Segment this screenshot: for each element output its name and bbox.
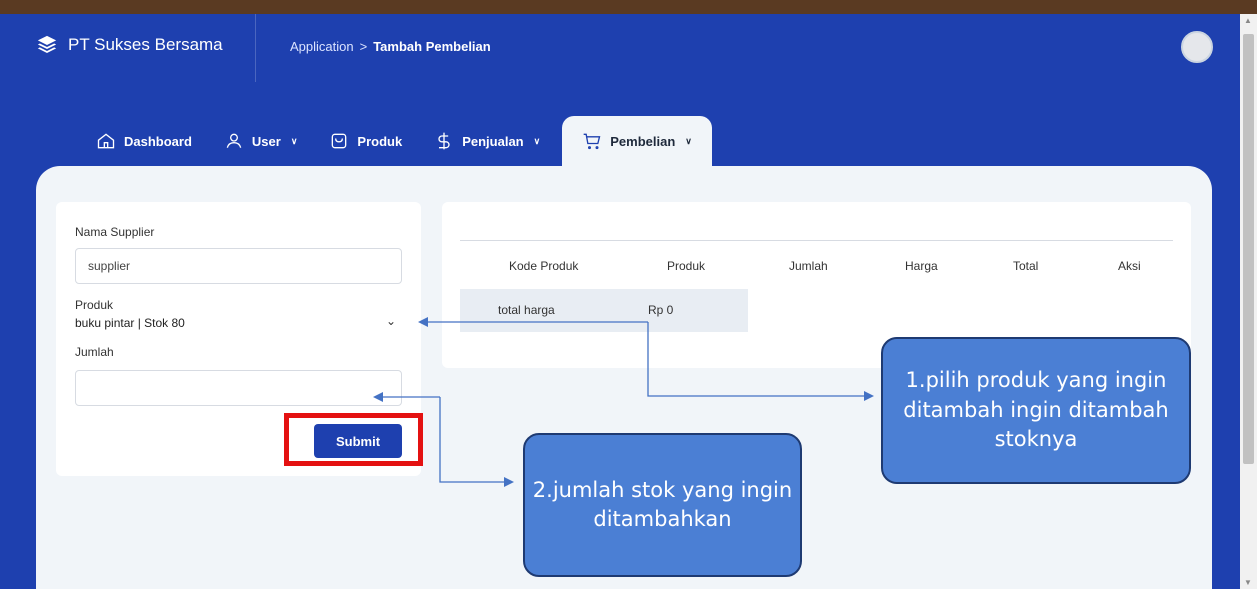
jumlah-label: Jumlah — [75, 345, 114, 359]
cart-icon — [583, 133, 601, 150]
nav-produk-label: Produk — [357, 133, 403, 149]
user-icon — [226, 133, 242, 148]
nav-pembelian-label: Pembelian — [610, 133, 676, 149]
breadcrumb-current: Tambah Pembelian — [373, 39, 491, 54]
brand[interactable]: PT Sukses Bersama — [36, 34, 223, 56]
brand-name: PT Sukses Bersama — [68, 35, 223, 54]
supplier-label: Nama Supplier — [75, 225, 155, 239]
callout-2: 2.jumlah stok yang ingin ditambahkan — [523, 433, 802, 577]
supplier-input[interactable]: supplier — [75, 248, 402, 284]
total-label: total harga — [498, 303, 555, 317]
nav-user-label: User — [251, 133, 281, 149]
total-value: Rp 0 — [648, 303, 674, 317]
chevron-down-icon: ∨ — [290, 135, 298, 146]
nav-produk[interactable]: Produk — [313, 116, 418, 166]
dollar-icon — [438, 132, 450, 150]
main-nav: Dashboard User ∨ Produk Penjualan ∨ Pemb… — [80, 116, 712, 166]
col-aksi: Aksi — [1118, 259, 1141, 273]
chevron-down-icon: ⌄ — [386, 314, 397, 328]
produk-select-value: buku pintar | Stok 80 — [75, 316, 185, 330]
scrollbar[interactable]: ▲ ▼ — [1240, 14, 1257, 589]
breadcrumb-separator: > — [359, 39, 368, 54]
layers-icon — [37, 35, 57, 53]
header-divider — [255, 14, 256, 82]
nav-penjualan[interactable]: Penjualan ∨ — [418, 116, 556, 166]
submit-highlight-box — [284, 413, 423, 466]
home-icon — [97, 133, 115, 149]
nav-pembelian[interactable]: Pembelian ∨ — [562, 116, 712, 166]
bag-icon — [332, 133, 347, 149]
col-harga: Harga — [905, 259, 938, 273]
nav-user[interactable]: User ∨ — [208, 116, 314, 166]
scroll-down-icon[interactable]: ▼ — [1244, 578, 1252, 587]
table-divider — [460, 240, 1173, 241]
jumlah-input[interactable] — [75, 370, 402, 406]
total-row: total harga Rp 0 — [460, 289, 748, 332]
scrollbar-thumb[interactable] — [1243, 34, 1254, 464]
callout-1: 1.pilih produk yang ingin ditambah ingin… — [881, 337, 1191, 484]
col-jumlah: Jumlah — [789, 259, 828, 273]
col-produk: Produk — [667, 259, 706, 273]
nav-dashboard[interactable]: Dashboard — [80, 116, 208, 166]
chevron-down-icon: ∨ — [685, 135, 692, 146]
avatar[interactable] — [1181, 31, 1213, 63]
nav-dashboard-label: Dashboard — [124, 133, 192, 149]
scroll-up-icon[interactable]: ▲ — [1244, 16, 1252, 25]
breadcrumb-root[interactable]: Application — [290, 39, 354, 54]
app-header: PT Sukses Bersama Application > Tambah P… — [0, 14, 1257, 82]
chevron-down-icon: ∨ — [533, 135, 541, 146]
nav-penjualan-label: Penjualan — [462, 133, 524, 149]
window-top-strip — [0, 0, 1257, 14]
col-kode-produk: Kode Produk — [509, 259, 579, 273]
col-total: Total — [1013, 259, 1039, 273]
produk-label: Produk — [75, 298, 114, 312]
breadcrumb: Application > Tambah Pembelian — [290, 39, 491, 54]
